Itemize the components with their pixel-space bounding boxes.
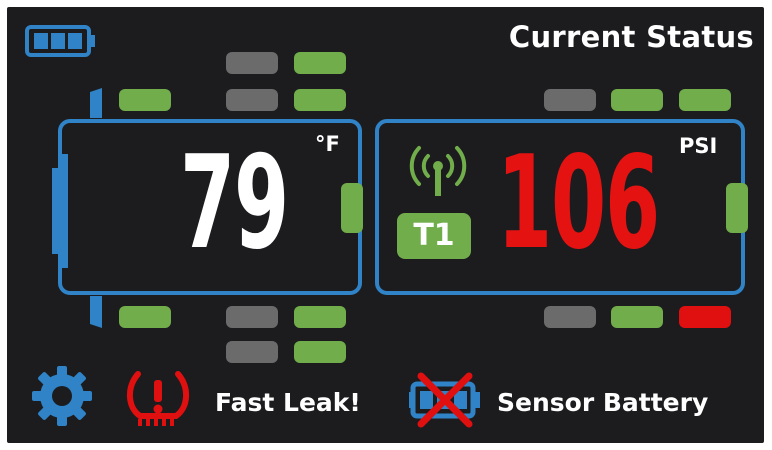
- indicator-pill: [544, 306, 596, 328]
- page-title: Current Status: [508, 20, 754, 54]
- fast-leak-label: Fast Leak!: [215, 388, 361, 417]
- indicator-pill: [226, 89, 278, 111]
- indicator-pill: [294, 89, 346, 111]
- indicator-pill: [611, 306, 663, 328]
- temperature-value: 79: [180, 129, 289, 278]
- indicator-pill: [226, 52, 278, 74]
- temperature-unit: °F: [315, 132, 340, 156]
- indicator-pill: [544, 89, 596, 111]
- indicator-pill: [294, 52, 346, 74]
- indicator-pill: [294, 341, 346, 363]
- pressure-unit: PSI: [679, 134, 718, 158]
- indicator-pill: [294, 306, 346, 328]
- sensor-badge: T1: [397, 213, 471, 259]
- temperature-side-tab: [341, 183, 363, 233]
- pressure-value: 106: [497, 129, 660, 278]
- indicator-pill: [119, 306, 171, 328]
- indicator-pill: [611, 89, 663, 111]
- indicator-pill: [679, 306, 731, 328]
- indicator-pill: [226, 341, 278, 363]
- pressure-side-tab: [726, 183, 748, 233]
- sensor-battery-label: Sensor Battery: [497, 388, 709, 417]
- battery-icon: [25, 25, 95, 57]
- battery-crossed-icon: [409, 372, 480, 428]
- gear-icon[interactable]: [30, 364, 94, 428]
- indicator-pill: [679, 89, 731, 111]
- indicator-pill: [226, 306, 278, 328]
- signal-antenna-icon: [409, 146, 467, 196]
- tire-pressure-warning-icon: [127, 371, 189, 426]
- indicator-pill: [119, 89, 171, 111]
